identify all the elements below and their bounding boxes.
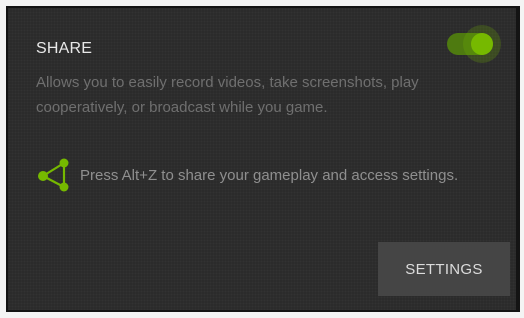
share-panel: SHARE Allows you to easily record videos… xyxy=(8,8,516,310)
settings-button[interactable]: SETTINGS xyxy=(378,242,510,296)
share-title: SHARE xyxy=(36,40,93,57)
share-hint-text: Press Alt+Z to share your gameplay and a… xyxy=(80,167,459,184)
share-description: Allows you to easily record videos, take… xyxy=(36,74,419,116)
share-icon xyxy=(36,158,72,194)
toggle-knob[interactable] xyxy=(471,33,493,55)
share-toggle[interactable] xyxy=(447,25,501,63)
